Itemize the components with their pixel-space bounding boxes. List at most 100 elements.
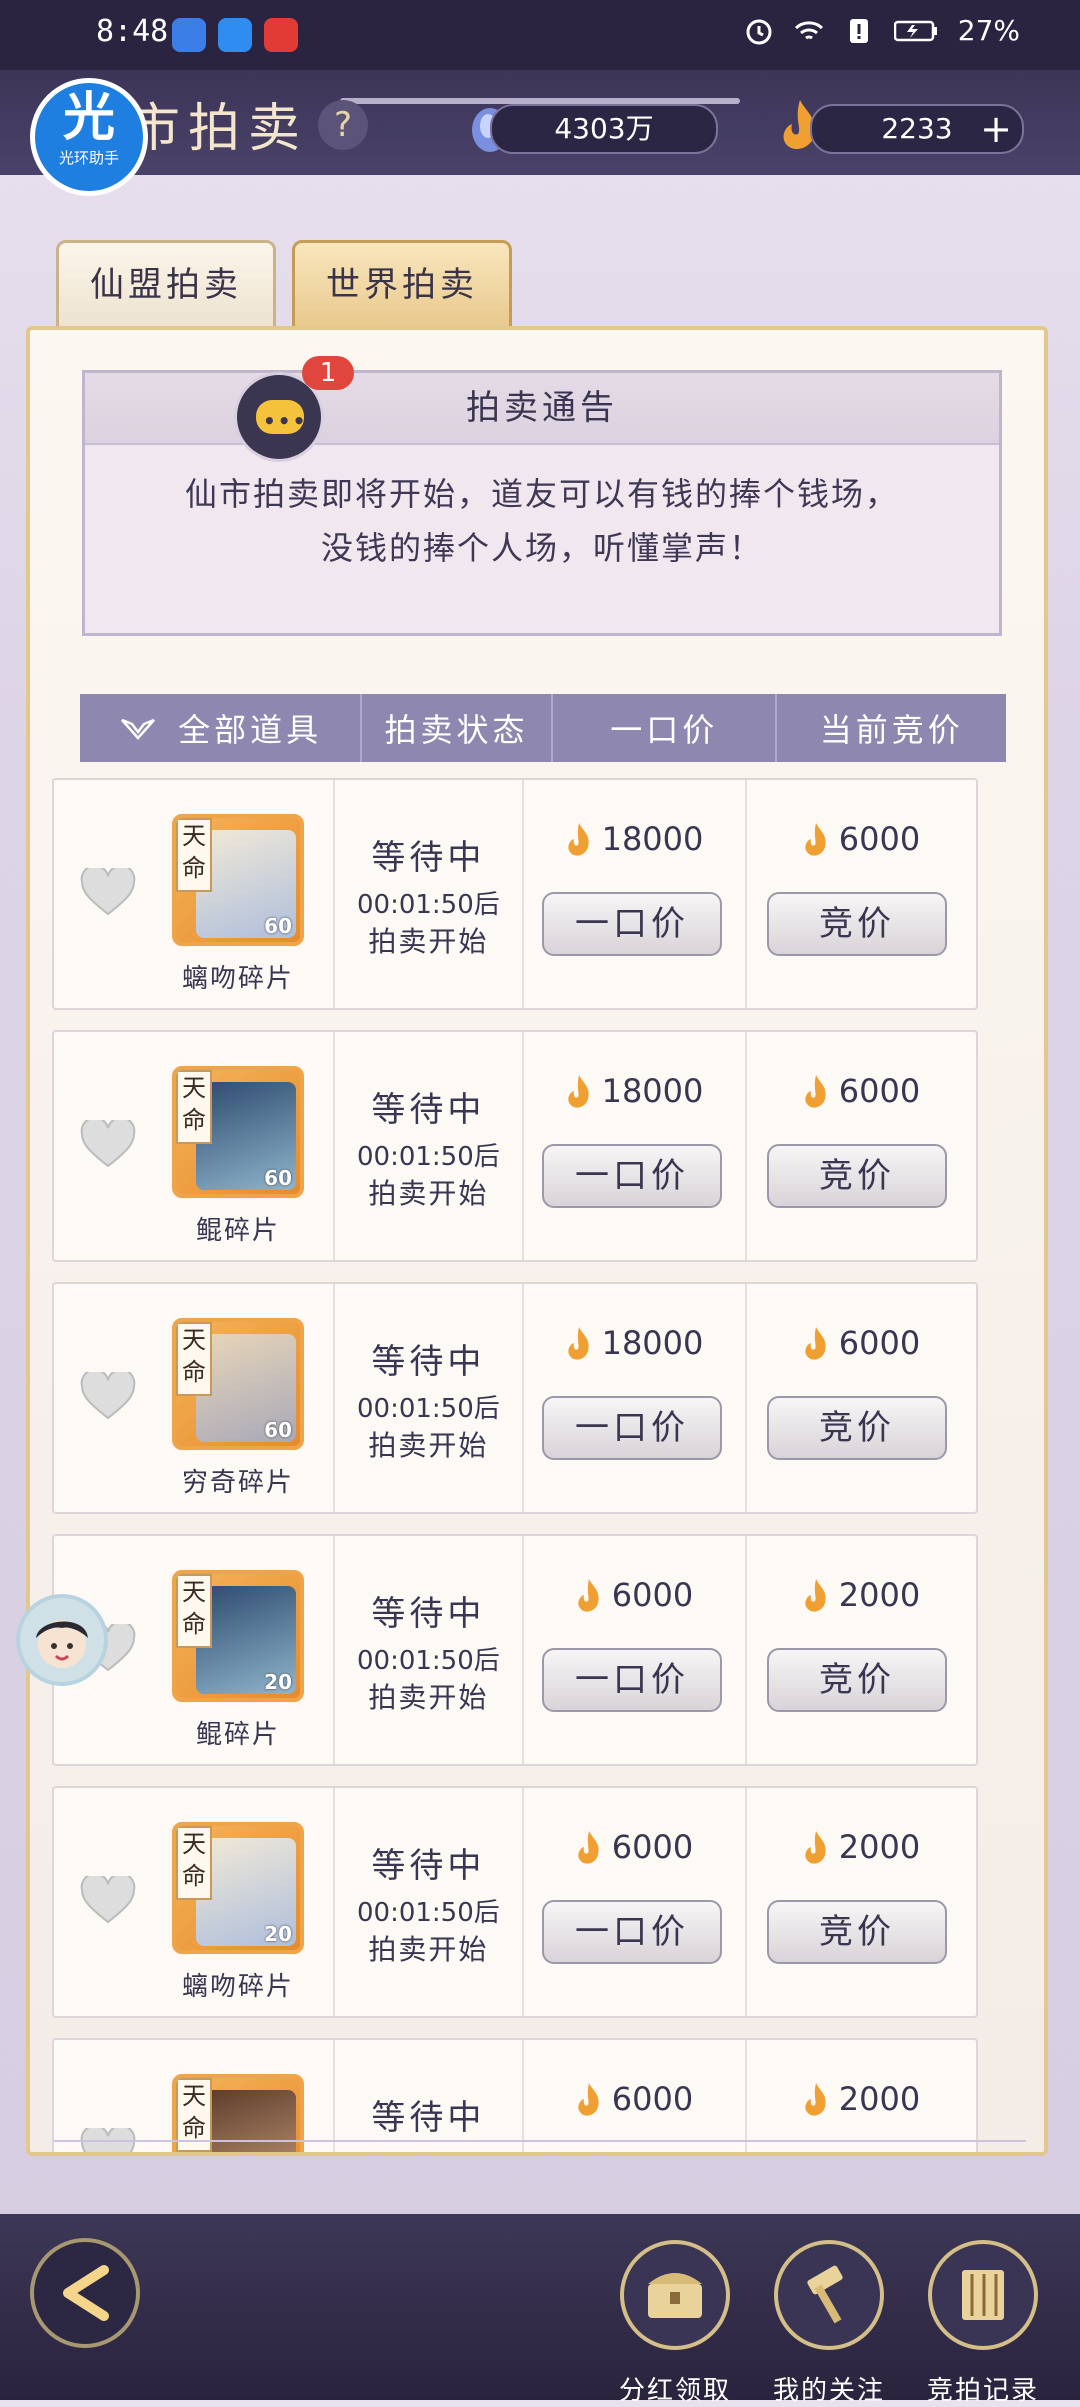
buyout-button[interactable]: 一口价 [541,1900,722,1964]
heart-icon[interactable] [80,1120,136,1170]
table-row: 天命 20 螭吻碎片 等待中 00:01:50后 拍卖开始 6000 一口价 2… [52,1786,978,2018]
buyout-cell: 18000 一口价 [524,1284,747,1512]
table-row: 天命 20 鲲碎片 等待中 00:01:50后 拍卖开始 6000 一口价 20… [52,1534,978,1766]
filter-all-items[interactable]: 全部道具 [80,694,363,762]
bid-price: 2000 [747,2080,976,2121]
bid-value: 2000 [838,1576,921,1614]
bid-cell: 2000 竞价 [747,1536,976,1764]
buyout-button[interactable]: 一口价 [541,1396,722,1460]
wifi-icon [794,20,823,39]
bid-price: 6000 [747,1072,976,1113]
buyout-button[interactable]: 一口价 [541,1144,722,1208]
item-name: 穷奇碎片 [181,1468,294,1498]
status-label: 等待中 [371,838,486,878]
tab-alliance-auction[interactable]: 仙盟拍卖 [56,240,276,330]
col-header-current-bid: 当前竞价 [819,711,964,749]
bid-button[interactable]: 竞价 [767,1144,947,1208]
status-cell: 等待中 00:01:50后 拍卖开始 [335,1032,524,1260]
bid-record-label: 竞拍记录 [926,2376,1039,2406]
status-label: 等待中 [371,1090,486,1130]
buyout-cell: 6000 [524,2040,747,2152]
logo-character: 光 [62,88,115,148]
heart-icon[interactable] [80,868,136,918]
rarity-tag: 天命 [176,1070,212,1144]
my-follow-button[interactable] [774,2240,884,2350]
buyout-cell: 6000 一口价 [524,1536,747,1764]
item-level: 20 [264,1922,292,1946]
buyout-value: 18000 [601,1072,704,1110]
status-sub: 拍卖开始 [368,1933,489,1966]
countdown: 00:01:50后 [356,1898,500,1928]
item-name: 螭吻碎片 [181,964,294,994]
heart-icon[interactable] [80,1372,136,1422]
item-card[interactable]: 天命 20 [172,1822,304,1954]
bid-record-button[interactable] [928,2240,1038,2350]
gold-flame-icon [567,1075,589,1108]
floating-avatar[interactable] [16,1594,108,1686]
gold-flame-icon [805,1327,826,1360]
app-notification-icon [172,18,206,52]
rarity-tag: 天命 [176,1574,212,1648]
status-cell: 等待中 [335,2040,524,2152]
notice-title: 拍卖通告 [85,373,999,445]
item-card[interactable]: 天命 20 [172,1570,304,1702]
gold-flame-icon [805,1579,826,1612]
status-label: 等待中 [371,2098,486,2138]
item-card[interactable]: 天命 [172,2074,304,2152]
help-button[interactable]: ? [318,100,368,150]
table-row: 天命 60 螭吻碎片 等待中 00:01:50后 拍卖开始 18000 一口价 … [52,778,978,1010]
auction-panel: 拍卖通告 仙市拍卖即将开始，道友可以有钱的捧个钱场， 没钱的捧个人场，听懂掌声！… [26,326,1048,2156]
notice-text: 仙市拍卖即将开始，道友可以有钱的捧个钱场， 没钱的捧个人场，听懂掌声！ [85,445,999,575]
table-row: 天命 等待中 6000 2000 [52,2038,978,2156]
bid-button[interactable]: 竞价 [767,1648,947,1712]
gold-amount: 2233 + [810,104,1024,154]
bid-cell: 6000 竞价 [747,1032,976,1260]
item-card[interactable]: 天命 60 [172,814,304,946]
heart-icon[interactable] [80,2128,136,2156]
gold-flame-icon [805,1075,826,1108]
buyout-value: 6000 [611,1828,694,1866]
col-header-items: 全部道具 [178,711,323,749]
dividend-button[interactable] [620,2240,730,2350]
heart-icon[interactable] [80,1876,136,1926]
buyout-button[interactable]: 一口价 [541,1648,722,1712]
gold-flame-icon [567,1327,589,1360]
item-card[interactable]: 天命 60 [172,1066,304,1198]
gold-flame-icon [578,1579,599,1612]
bid-cell: 2000 [747,2040,976,2152]
tab-world-auction[interactable]: 世界拍卖 [292,240,512,330]
status-icons: 27% [744,14,1020,47]
gold-value: 2233 [881,112,953,145]
item-cell: 天命 60 穷奇碎片 [54,1284,335,1512]
bid-button[interactable]: 竞价 [767,892,947,956]
buyout-button[interactable]: 一口价 [541,892,722,956]
battery-icon [893,20,937,41]
assistant-logo[interactable]: 光 光环助手 [30,78,148,196]
bid-button[interactable]: 竞价 [767,1396,947,1460]
bid-button[interactable]: 竞价 [767,1900,947,1964]
status-sub: 拍卖开始 [368,1177,489,1210]
item-name: 鲲碎片 [195,1216,280,1246]
back-button[interactable] [30,2238,140,2348]
bid-value: 2000 [838,2080,921,2118]
bid-price: 6000 [747,820,976,861]
battery-percent: 27% [957,14,1020,47]
table-header: 全部道具 拍卖状态 一口价 当前竞价 [80,694,1006,762]
avatar-face-icon [36,1620,88,1668]
item-cell: 天命 [54,2040,335,2156]
cloud-notification-icon [218,18,252,52]
add-gold-button[interactable]: + [980,106,1012,152]
item-level: 60 [264,1418,292,1442]
item-card[interactable]: 天命 60 [172,1318,304,1450]
back-arrow-icon [63,2265,109,2321]
table-row: 天命 60 穷奇碎片 等待中 00:01:50后 拍卖开始 18000 一口价 … [52,1282,978,1514]
gold-flame-icon [805,1831,826,1864]
item-level: 60 [264,914,292,938]
bid-value: 6000 [838,1324,921,1362]
countdown: 00:01:50后 [356,1646,500,1676]
buyout-value: 6000 [611,2080,694,2118]
buyout-cell: 18000 一口价 [524,780,747,1008]
gold-flame-icon [578,1831,599,1864]
item-level: 60 [264,1166,292,1190]
huawei-notification-icon [264,18,298,52]
